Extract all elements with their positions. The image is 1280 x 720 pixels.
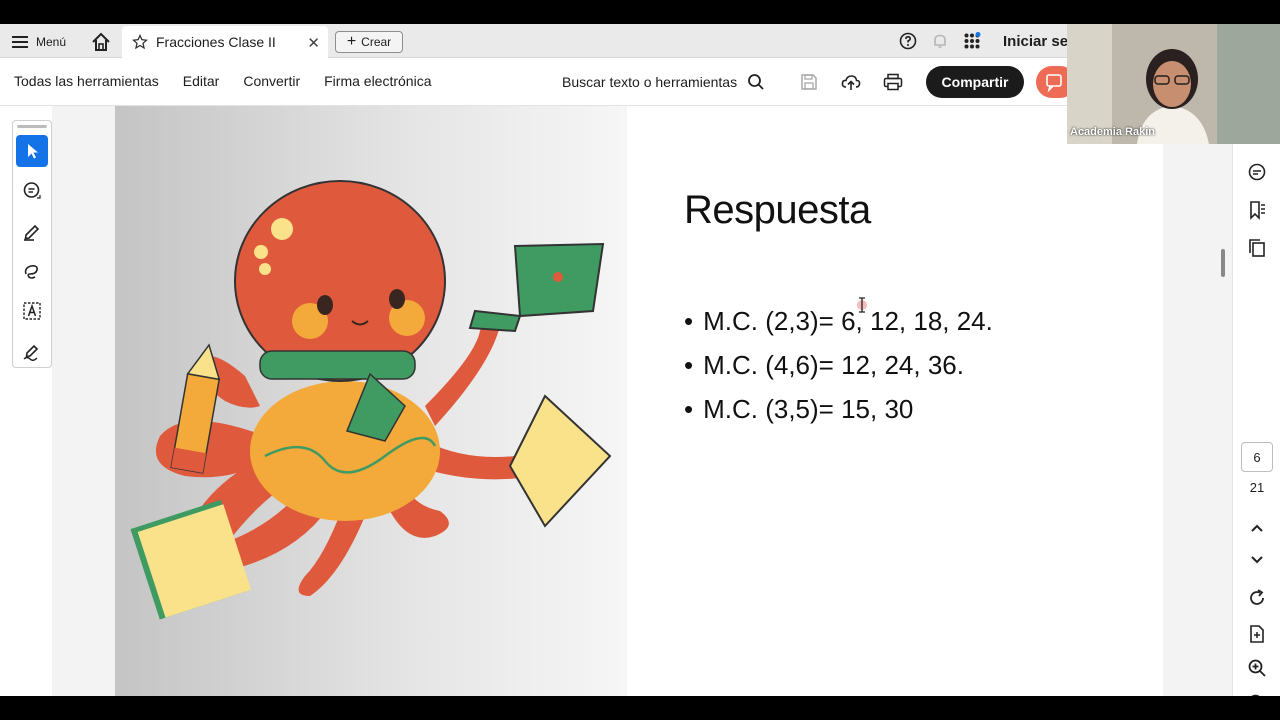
- menu-item-edit[interactable]: Editar: [183, 73, 220, 89]
- zoom-out-icon[interactable]: [1245, 691, 1269, 696]
- copy-pages-icon[interactable]: [1245, 236, 1269, 260]
- create-label: Crear: [361, 35, 392, 49]
- bell-icon[interactable]: [930, 31, 950, 51]
- search-icon: [748, 74, 764, 90]
- text-box-icon: [23, 302, 41, 320]
- print-icon[interactable]: [882, 71, 904, 93]
- rail-grip[interactable]: [17, 125, 47, 128]
- answer-item-3: M.C. (3,5)= 15, 30: [684, 394, 993, 438]
- cloud-upload-icon[interactable]: [840, 71, 862, 93]
- apps-grid-icon[interactable]: [962, 31, 982, 51]
- home-icon: [92, 32, 110, 51]
- zoom-in-icon[interactable]: [1245, 656, 1269, 680]
- answer-item-1: M.C. (2,3)= 6, 12, 18, 24.: [684, 306, 993, 350]
- octopus-illustration: [130, 180, 612, 620]
- answer-item-2: M.C. (4,6)= 12, 24, 36.: [684, 350, 993, 394]
- save-icon[interactable]: [798, 71, 820, 93]
- comment-tool-button[interactable]: [16, 175, 48, 207]
- quick-tools-rail: [12, 120, 52, 368]
- signin-link[interactable]: Iniciar se: [1003, 33, 1068, 50]
- share-button[interactable]: Compartir: [926, 66, 1024, 98]
- text-box-tool-button[interactable]: [16, 295, 48, 327]
- chevron-down-icon[interactable]: [1245, 548, 1269, 572]
- menu-item-convert[interactable]: Convertir: [243, 73, 300, 89]
- rotate-icon[interactable]: [1245, 586, 1269, 610]
- home-button[interactable]: [90, 31, 112, 53]
- pen-highlight-icon: [24, 224, 40, 241]
- total-pages: 21: [1249, 480, 1265, 495]
- star-icon[interactable]: [132, 34, 148, 50]
- select-tool-button[interactable]: [16, 135, 48, 167]
- tab-title: Fracciones Clase II: [156, 34, 276, 50]
- sign-tool-button[interactable]: [16, 335, 48, 367]
- webcam-overlay: Academia Rakin: [1067, 24, 1280, 144]
- comment-icon: [23, 182, 41, 199]
- webcam-name-label: Academia Rakin: [1070, 126, 1155, 138]
- toolbar-menu: Todas las herramientas Editar Convertir …: [14, 73, 432, 89]
- freehand-icon: [24, 265, 38, 279]
- tab-document[interactable]: Fracciones Clase II ✕: [122, 26, 328, 58]
- ai-comment-icon[interactable]: [1245, 160, 1269, 184]
- help-icon[interactable]: [898, 31, 918, 51]
- text-cursor-icon: [857, 297, 867, 313]
- cursor-arrow-icon: [28, 144, 38, 159]
- close-icon[interactable]: ✕: [307, 34, 320, 52]
- draw-tool-button[interactable]: [16, 255, 48, 287]
- current-page-input[interactable]: 6: [1241, 442, 1273, 472]
- create-button[interactable]: + Crear: [335, 31, 403, 53]
- page-extract-icon[interactable]: [1245, 622, 1269, 646]
- signature-pen-icon: [23, 344, 39, 361]
- vertical-scrollbar[interactable]: [1221, 249, 1225, 277]
- search-tools-button[interactable]: Buscar texto o herramientas: [562, 73, 765, 91]
- hamburger-icon: [12, 36, 28, 48]
- menu-item-e-sign[interactable]: Firma electrónica: [324, 73, 431, 89]
- menu-label: Menú: [36, 35, 67, 49]
- slide-title: Respuesta: [684, 188, 871, 232]
- top-right-icons: [898, 31, 982, 51]
- menu-button[interactable]: Menú: [12, 32, 66, 52]
- right-side-panel: 6 21: [1232, 144, 1280, 696]
- slide-page: Respuesta M.C. (2,3)= 6, 12, 18, 24. M.C…: [115, 106, 1163, 696]
- plus-icon: +: [346, 33, 357, 50]
- bookmark-icon[interactable]: [1245, 198, 1269, 222]
- menu-item-all-tools[interactable]: Todas las herramientas: [14, 73, 159, 89]
- highlight-tool-button[interactable]: [16, 215, 48, 247]
- answer-list: M.C. (2,3)= 6, 12, 18, 24. M.C. (4,6)= 1…: [684, 306, 993, 438]
- toolbar-icons: [798, 71, 904, 93]
- chevron-up-icon[interactable]: [1245, 516, 1269, 540]
- search-tools-label: Buscar texto o herramientas: [562, 74, 738, 90]
